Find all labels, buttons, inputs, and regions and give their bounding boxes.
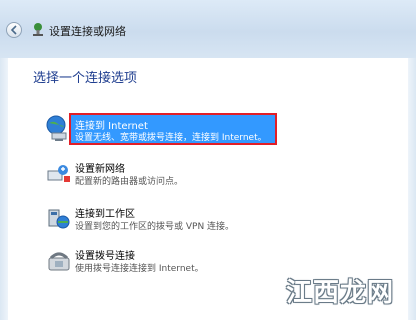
window-right-edge (408, 58, 416, 320)
window-left-edge (0, 58, 8, 320)
option-label: 连接到工作区 (75, 209, 135, 220)
option-description: 使用拨号连接连接到 Internet。 (75, 264, 204, 274)
option-setup-new-network[interactable]: 设置新网络 配置新的路由器或访问点。 (43, 158, 273, 192)
dialup-phone-icon (48, 252, 70, 271)
window-title: 设置连接或网络 (49, 25, 126, 38)
option-description: 配置新的路由器或访问点。 (75, 177, 184, 187)
globe-network-icon (46, 115, 67, 141)
router-setup-icon (47, 165, 70, 182)
back-button[interactable] (6, 22, 22, 38)
workplace-network-icon (48, 209, 70, 229)
option-description: 设置无线、宽带或拨号连接，连接到 Internet。 (75, 133, 267, 143)
option-connect-internet[interactable]: 连接到 Internet 设置无线、宽带或拨号连接，连接到 Internet。 (69, 113, 277, 145)
option-label: 设置拨号连接 (75, 251, 135, 262)
network-center-icon (33, 23, 43, 36)
option-description: 设置到您的工作区的拨号或 VPN 连接。 (75, 222, 235, 232)
option-setup-dialup[interactable]: 设置拨号连接 使用拨号连接连接到 Internet。 (43, 245, 273, 279)
option-connect-workplace[interactable]: 连接到工作区 设置到您的工作区的拨号或 VPN 连接。 (43, 203, 273, 237)
page-heading: 选择一个连接选项 (33, 71, 138, 86)
site-watermark: 江西龙网 (286, 278, 395, 308)
back-arrow-icon (10, 25, 17, 35)
option-label: 设置新网络 (75, 164, 125, 175)
